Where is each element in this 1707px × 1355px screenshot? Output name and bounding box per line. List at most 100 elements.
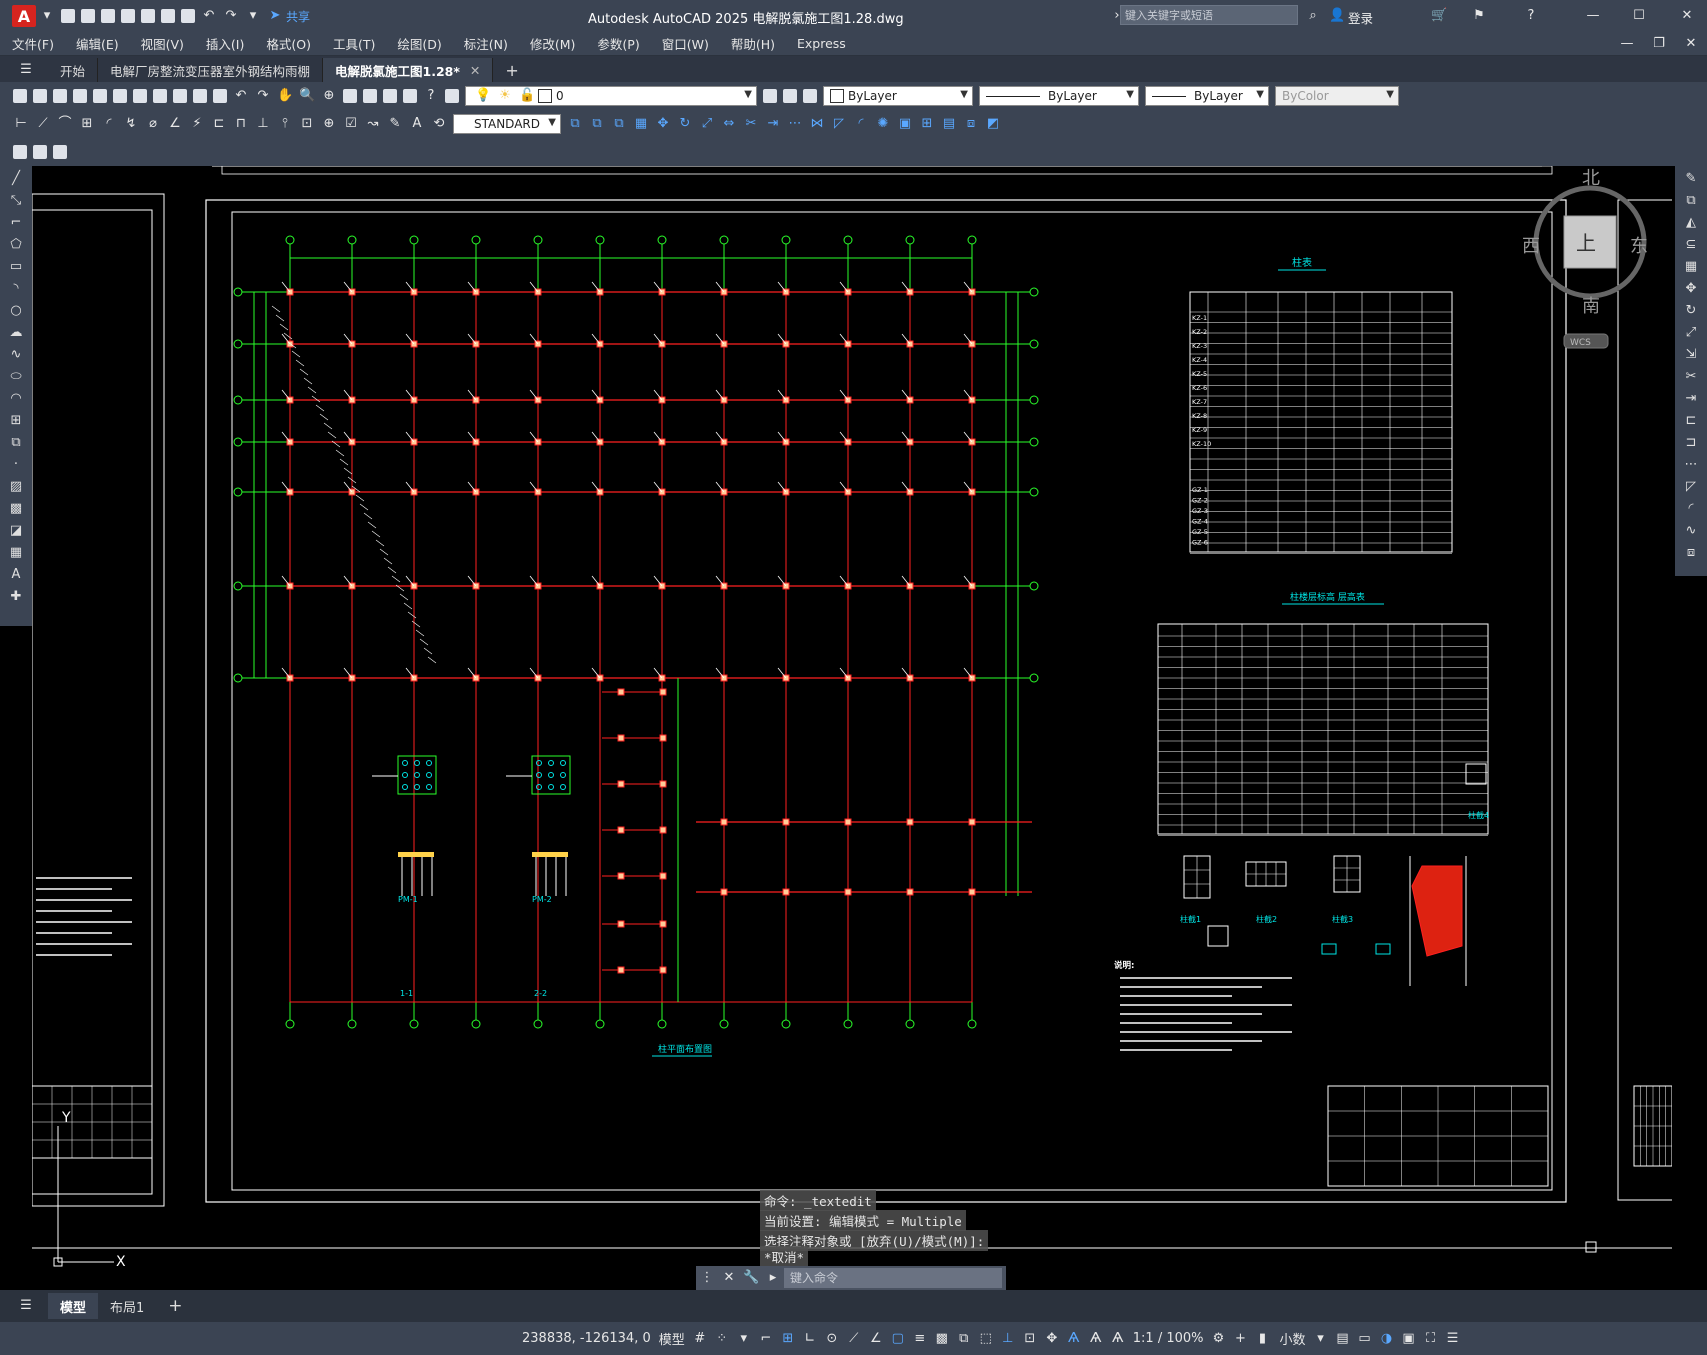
cart-icon[interactable]: 🛒 [1431, 8, 1447, 24]
infer-icon[interactable]: ⌐ [758, 1331, 774, 1347]
mirror-icon[interactable]: ⧉ [589, 116, 605, 132]
menu-modify[interactable]: 修改(M) [530, 34, 576, 53]
markup-icon[interactable] [13, 145, 27, 159]
color-dropdown[interactable]: ByLayer ▼ [823, 86, 973, 106]
design-center-icon[interactable] [363, 89, 377, 103]
menu-express[interactable]: Express [797, 36, 846, 51]
erase-icon[interactable]: ✎ [1682, 170, 1700, 188]
dim-linear-icon[interactable]: ⊢ [13, 116, 29, 132]
dim-diameter-icon[interactable]: ⌀ [145, 116, 161, 132]
lineweight-dropdown[interactable]: ByLayer ▼ [1145, 86, 1269, 106]
break-pt-icon[interactable]: ⊐ [1682, 434, 1700, 452]
dim-space-icon[interactable]: ⊥ [255, 116, 271, 132]
menu-edit[interactable]: 编辑(E) [76, 34, 119, 53]
share-icon[interactable]: ➤ [267, 8, 283, 24]
inspect-icon[interactable]: ☑ [343, 116, 359, 132]
units-icon[interactable]: ▮ [1255, 1331, 1271, 1347]
blend-icon[interactable]: ∿ [1682, 522, 1700, 540]
wcs-menu[interactable]: WCS [1570, 338, 1591, 348]
wblock-icon[interactable]: ◩ [985, 116, 1001, 132]
point-icon[interactable]: · [7, 456, 25, 474]
ortho-icon[interactable]: ∟ [802, 1331, 818, 1347]
3d-osnap-icon[interactable]: ⬚ [978, 1331, 994, 1347]
cut-icon[interactable] [153, 89, 167, 103]
copy-icon[interactable] [173, 89, 187, 103]
dim-text-edit-icon[interactable]: A [409, 116, 425, 132]
viewcube-west[interactable]: 西 [1522, 236, 1540, 257]
copy-r-icon[interactable]: ⧉ [1682, 192, 1700, 210]
dropdown-icon[interactable]: ▾ [1313, 1331, 1329, 1347]
selection-filter-icon[interactable]: ⊡ [1022, 1331, 1038, 1347]
viewcube-east[interactable]: 东 [1630, 236, 1648, 257]
explode-icon[interactable]: ✺ [875, 116, 891, 132]
arc-icon[interactable]: ◝ [7, 280, 25, 298]
match-prop-icon[interactable] [213, 89, 227, 103]
tab-current-drawing[interactable]: 电解脱氯施工图1.28* ✕ [323, 58, 494, 82]
tab-model[interactable]: 模型 [48, 1293, 99, 1319]
center-mark-icon[interactable]: ⊕ [321, 116, 337, 132]
polygon-icon[interactable]: ⬠ [7, 236, 25, 254]
tool-palettes-icon[interactable] [383, 89, 397, 103]
qnew-icon[interactable] [13, 89, 27, 103]
paste-icon[interactable] [193, 89, 207, 103]
pdf-icon[interactable] [133, 89, 147, 103]
dim-break-icon[interactable]: ⫯ [277, 116, 293, 132]
autoscale-icon[interactable]: Ѧ [1088, 1331, 1104, 1347]
stretch-r-icon[interactable]: ⇲ [1682, 346, 1700, 364]
publish-icon[interactable] [113, 89, 127, 103]
dim-radius-icon[interactable]: ◜ [101, 116, 117, 132]
move-r-icon[interactable]: ✥ [1682, 280, 1700, 298]
join-icon[interactable]: ⋈ [809, 116, 825, 132]
layer-tools-icon[interactable] [53, 145, 67, 159]
ellipse-arc-icon[interactable]: ◠ [7, 390, 25, 408]
sheetset-icon[interactable] [33, 145, 47, 159]
quick-dim-icon[interactable]: ⚡ [189, 116, 205, 132]
open-web-icon[interactable] [141, 9, 155, 23]
zoom-realtime-icon[interactable]: 🔍 [299, 88, 315, 104]
undo2-icon[interactable]: ↶ [233, 88, 249, 104]
qsave-icon[interactable] [53, 89, 67, 103]
redo2-icon[interactable]: ↷ [255, 88, 271, 104]
move-icon[interactable]: ✥ [655, 116, 671, 132]
open-file-icon[interactable] [81, 9, 95, 23]
share-button[interactable]: 共享 [286, 8, 310, 25]
region-icon[interactable]: ◪ [7, 522, 25, 540]
polyline-icon[interactable]: ⌐ [7, 214, 25, 232]
command-input[interactable]: 键入命令 [784, 1268, 1002, 1288]
dim-baseline-icon[interactable]: ⊏ [211, 116, 227, 132]
rotate-r-icon[interactable]: ↻ [1682, 302, 1700, 320]
insert-block-icon[interactable]: ⊞ [919, 116, 935, 132]
spline-icon[interactable]: ∿ [7, 346, 25, 364]
revcloud-icon[interactable]: ☁ [7, 324, 25, 342]
viewcube-top[interactable]: 上 [1576, 231, 1596, 255]
dim-edit-icon[interactable]: ✎ [387, 116, 403, 132]
tab-close-icon[interactable]: ✕ [470, 63, 480, 78]
dynamic-input-icon[interactable]: ⊞ [780, 1331, 796, 1347]
gizmo-icon[interactable]: ✥ [1044, 1331, 1060, 1347]
array-icon[interactable]: ▦ [633, 116, 649, 132]
doc-restore-icon[interactable]: ❐ [1651, 36, 1667, 52]
copy-obj-icon[interactable]: ⧉ [567, 116, 583, 132]
hatch-icon[interactable]: ▨ [7, 478, 25, 496]
new-file-icon[interactable] [61, 9, 75, 23]
save-as-icon[interactable] [121, 9, 135, 23]
maximize-icon[interactable]: ☐ [1631, 8, 1647, 24]
layer-properties-icon[interactable] [445, 89, 459, 103]
scale-r-icon[interactable]: ⤢ [1682, 324, 1700, 342]
dropdown-icon[interactable]: ▾ [39, 8, 55, 24]
plot-icon[interactable] [73, 89, 87, 103]
undo-icon[interactable]: ↶ [201, 8, 217, 24]
object-track-icon[interactable]: ∠ [868, 1331, 884, 1347]
customize-cmd-icon[interactable]: 🔧 [743, 1270, 759, 1286]
dim-ordinate-icon[interactable]: ⊞ [79, 116, 95, 132]
hamburger-menu-icon[interactable]: ☰ [18, 62, 34, 78]
explode-r-icon[interactable]: ⧈ [1682, 544, 1700, 562]
xline-icon[interactable]: ⤡ [7, 192, 25, 210]
chamfer-r-icon[interactable]: ◸ [1682, 478, 1700, 496]
gradient-icon[interactable]: ▩ [7, 500, 25, 518]
snap-icon[interactable]: ⁘ [714, 1331, 730, 1347]
stretch-icon[interactable]: ⇔ [721, 116, 737, 132]
transparency-icon[interactable]: ▩ [934, 1331, 950, 1347]
insert-icon[interactable]: ⊞ [7, 412, 25, 430]
layout-menu-icon[interactable]: ☰ [18, 1298, 34, 1314]
